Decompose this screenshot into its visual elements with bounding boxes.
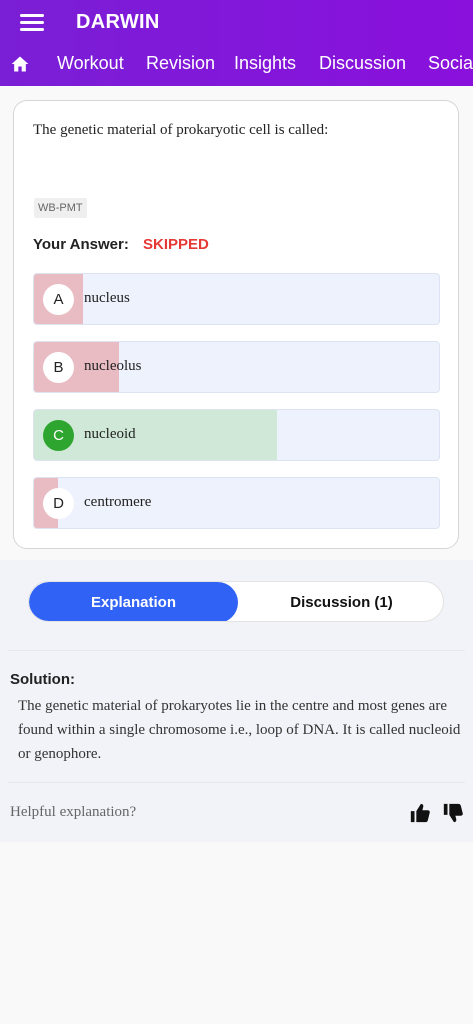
tab-workout[interactable]: Workout (57, 53, 124, 74)
option-b-letter-badge: B (43, 352, 74, 383)
option-d-letter-badge: D (43, 488, 74, 519)
divider (8, 782, 465, 783)
exam-tag: WB-PMT (34, 198, 87, 218)
hamburger-menu-icon[interactable] (20, 14, 44, 34)
tab-discussion-count[interactable]: Discussion (1) (238, 582, 443, 621)
app-bar: DARWIN Workout Revision Insights Discuss… (0, 0, 473, 86)
tab-revision[interactable]: Revision (146, 53, 215, 74)
your-answer-value: SKIPPED (143, 236, 209, 253)
tab-explanation[interactable]: Explanation (29, 582, 238, 621)
question-text: The genetic material of prokaryotic cell… (33, 122, 329, 138)
nav-tabs: Workout Revision Insights Discussion Soc… (0, 48, 473, 82)
tab-social[interactable]: Social (428, 53, 473, 74)
tab-discussion[interactable]: Discussion (319, 53, 406, 74)
solution-text: The genetic material of prokaryotes lie … (18, 698, 461, 762)
option-b[interactable]: B nucleolus (33, 341, 440, 393)
option-d-text: centromere (84, 494, 152, 510)
your-answer-label: Your Answer: (33, 236, 129, 253)
tab-insights[interactable]: Insights (234, 53, 296, 74)
thumbs-down-icon[interactable] (442, 802, 464, 824)
home-icon[interactable] (10, 54, 30, 74)
option-a-text: nucleus (84, 290, 130, 306)
option-d[interactable]: D centromere (33, 477, 440, 529)
option-a-letter-badge: A (43, 284, 74, 315)
app-title: DARWIN (76, 11, 160, 33)
question-card: The genetic material of prokaryotic cell… (13, 100, 459, 549)
option-c-text: nucleoid (84, 426, 136, 442)
option-c-letter-badge: C (43, 420, 74, 451)
helpful-prompt: Helpful explanation? (10, 804, 137, 820)
explanation-discussion-toggle: Explanation Discussion (1) (28, 581, 444, 622)
option-a[interactable]: A nucleus (33, 273, 440, 325)
option-b-text: nucleolus (84, 358, 142, 374)
your-answer-row: Your Answer: SKIPPED (33, 236, 209, 253)
divider (8, 650, 465, 651)
thumbs-up-icon[interactable] (409, 802, 431, 824)
solution-heading: Solution: (10, 671, 75, 688)
option-c[interactable]: C nucleoid (33, 409, 440, 461)
